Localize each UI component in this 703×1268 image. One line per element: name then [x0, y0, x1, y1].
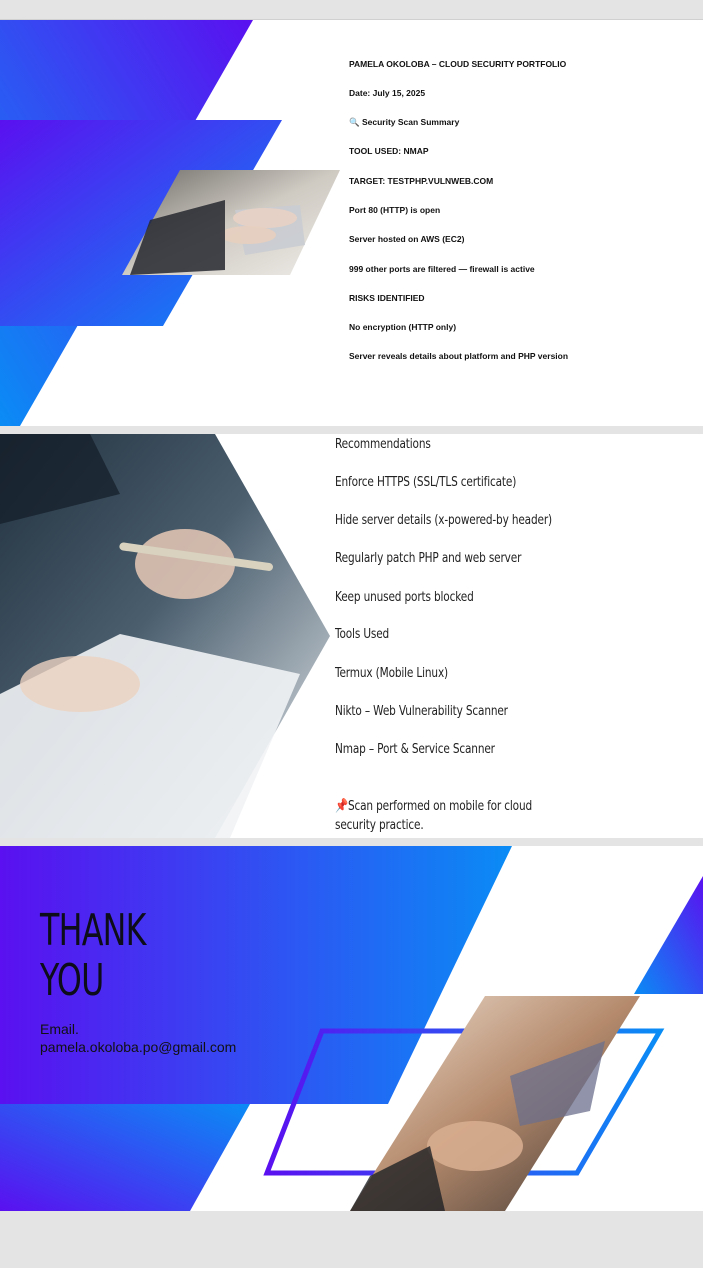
email-label: Email.	[40, 1021, 79, 1037]
rec-hide-details: Hide server details (x-powered-by header…	[335, 512, 552, 528]
tool-termux: Termux (Mobile Linux)	[335, 665, 448, 681]
lower-left-shape	[0, 1104, 250, 1211]
recommendations-heading: Recommendations	[335, 436, 431, 452]
pushpin-icon: 📌	[335, 798, 348, 814]
filtered-ports-line: 999 other ports are filtered — firewall …	[349, 264, 535, 274]
rec-ports: Keep unused ports blocked	[335, 589, 474, 605]
tool-used: TOOL USED: NMAP	[349, 146, 429, 156]
risks-heading: RISKS IDENTIFIED	[349, 293, 425, 303]
note-line-1: 📌Scan performed on mobile for cloud	[335, 798, 533, 814]
slide-recommendations: Recommendations Enforce HTTPS (SSL/TLS c…	[0, 434, 703, 838]
date-line: Date: July 15, 2025	[349, 88, 426, 98]
rec-https: Enforce HTTPS (SSL/TLS certificate)	[335, 474, 517, 490]
email-address[interactable]: pamela.okoloba.po@gmail.com	[40, 1038, 260, 1056]
target-line: TARGET: TESTPHP.VULNWEB.COM	[349, 176, 494, 186]
note-line-2: security practice.	[335, 817, 424, 833]
slide1-background-shapes	[0, 20, 340, 426]
scan-summary-heading: 🔍 Security Scan Summary	[349, 117, 460, 127]
portfolio-title: PAMELA OKOLOBA – CLOUD SECURITY PORTFOLI…	[349, 59, 567, 69]
thank-you-heading: THANK YOU	[40, 905, 146, 1006]
slide-thank-you: THANK YOU Email. pamela.okoloba.po@gmail…	[0, 846, 703, 1211]
tool-nmap: Nmap – Port & Service Scanner	[335, 741, 495, 757]
risk-disclosure: Server reveals details about platform an…	[349, 351, 569, 361]
rec-patch: Regularly patch PHP and web server	[335, 550, 522, 566]
email-block: Email. pamela.okoloba.po@gmail.com	[40, 1020, 260, 1056]
magnifying-glass-icon: 🔍	[349, 117, 360, 127]
tool-nikto: Nikto – Web Vulnerability Scanner	[335, 703, 508, 719]
top-right-triangle	[634, 876, 703, 994]
port-line: Port 80 (HTTP) is open	[349, 205, 441, 215]
server-line: Server hosted on AWS (EC2)	[349, 234, 465, 244]
slide-scan-summary: PAMELA OKOLOBA – CLOUD SECURITY PORTFOLI…	[0, 20, 703, 426]
risk-encryption: No encryption (HTTP only)	[349, 322, 457, 332]
tools-used-heading: Tools Used	[335, 626, 390, 642]
